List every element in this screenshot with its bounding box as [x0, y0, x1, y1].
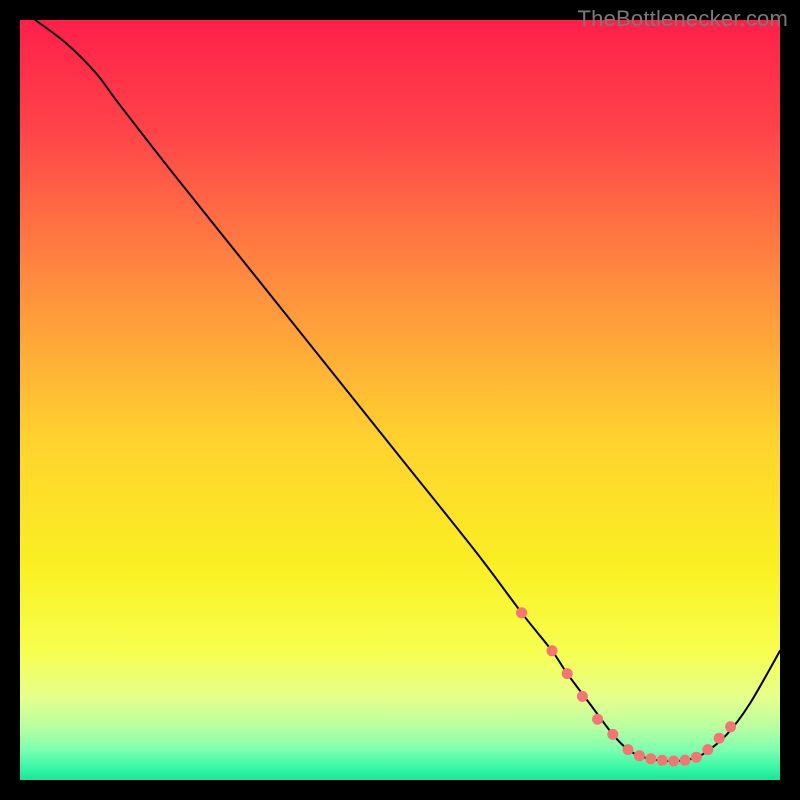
bottleneck-chart	[20, 20, 780, 780]
data-marker	[562, 668, 573, 679]
data-marker	[607, 729, 618, 740]
data-marker	[634, 750, 645, 761]
data-marker	[547, 645, 558, 656]
data-marker	[714, 733, 725, 744]
data-marker	[668, 756, 679, 767]
data-marker	[657, 755, 668, 766]
data-marker	[592, 714, 603, 725]
data-marker	[516, 607, 527, 618]
data-marker	[645, 753, 656, 764]
data-marker	[623, 744, 634, 755]
watermark-text: TheBottlenecker.com	[578, 6, 788, 32]
data-marker	[725, 721, 736, 732]
gradient-background	[20, 20, 780, 780]
data-marker	[691, 752, 702, 763]
data-marker	[702, 744, 713, 755]
data-marker	[577, 691, 588, 702]
data-marker	[680, 755, 691, 766]
chart-frame: TheBottlenecker.com	[0, 0, 800, 800]
